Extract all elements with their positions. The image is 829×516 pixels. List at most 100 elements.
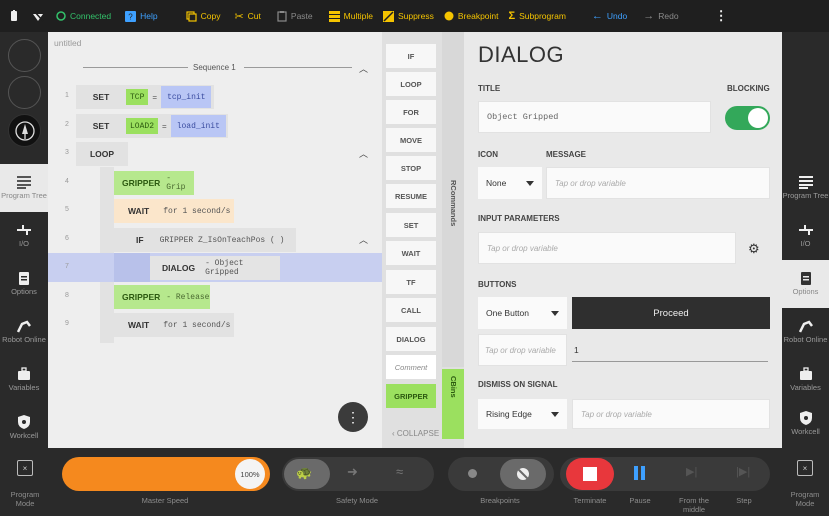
turtle-icon[interactable]: 🐢 [296,465,312,481]
gear-icon[interactable]: ⚙ [748,241,760,257]
nav-robot-online[interactable]: Robot Online [782,308,829,356]
button-variable-input[interactable]: Tap or drop variable [478,334,567,366]
proceed-button[interactable]: Proceed [572,297,770,329]
cheetah-icon[interactable]: ≈ [396,464,403,479]
command-block[interactable]: WAIT for 1 second/s [114,199,234,223]
command-dialog[interactable]: DIALOG [386,327,436,351]
collapse-button[interactable]: ‹ COLLAPSE [392,429,439,438]
scissors-icon: ✂ [234,10,244,23]
program-row-selected[interactable]: 7 DIALOG - Object Gripped [48,253,382,282]
nav-program-tree[interactable]: Program Tree [782,164,829,212]
step-icon[interactable]: |▶| [736,465,750,478]
copy-button[interactable]: Copy [186,10,220,22]
message-input[interactable]: Tap or drop variable [546,167,770,199]
help-button[interactable]: ? Help [125,10,158,22]
dismiss-variable-input[interactable]: Tap or drop variable [572,399,770,429]
program-row[interactable]: 1 SET TCP = tcp_init [48,82,382,110]
command-comment[interactable]: Comment [386,355,436,379]
cut-button[interactable]: ✂ Cut [234,10,260,23]
nav-io[interactable]: I/O [0,212,48,260]
line-number: 3 [65,149,69,156]
play-from-middle-icon[interactable]: ▶| [686,465,697,478]
nav-robot-online[interactable]: Robot Online [0,308,48,356]
nav-workcell[interactable]: Workcell [782,400,829,448]
program-row[interactable]: 8 GRIPPER - Release [48,282,382,310]
command-block[interactable]: IF GRIPPER Z_IsOnTeachPos ( ) [114,228,296,252]
command-move[interactable]: MOVE [386,128,436,152]
program-name[interactable]: untitled [54,38,81,48]
status-circle-1[interactable] [8,39,41,72]
input-parameters-field[interactable]: Tap or drop variable [478,232,736,264]
command-detail: for 1 second/s [163,206,231,216]
command-stop[interactable]: STOP [386,156,436,180]
status-circle-2[interactable] [8,76,41,109]
program-row[interactable]: 5 WAIT for 1 second/s [48,196,382,224]
command-for[interactable]: FOR [386,100,436,124]
command-call[interactable]: CALL [386,298,436,322]
command-gripper[interactable]: GRIPPER [386,384,436,408]
nav-workcell[interactable]: Workcell [0,404,48,452]
command-detail: - Release [166,292,210,302]
button-count-value[interactable]: 1 [574,345,579,355]
command-block[interactable]: WAIT for 1 second/s [114,313,234,337]
buttons-select[interactable]: One Button [478,297,567,329]
paste-button[interactable]: Paste [277,10,313,22]
nav-variables[interactable]: Variables [0,356,48,404]
nav-program-tree[interactable]: Program Tree [0,164,48,212]
terminate-button[interactable] [566,458,614,490]
command-block[interactable]: SET [76,85,126,109]
command-block[interactable]: SET [76,114,126,138]
breakpoint-button[interactable]: Breakpoint [444,11,499,21]
program-row[interactable]: 4 GRIPPER - Grip [48,168,382,196]
command-if[interactable]: IF [386,44,436,68]
program-row[interactable]: 6 IF GRIPPER Z_IsOnTeachPos ( ) ︿ [48,225,382,253]
breakpoint-dot-icon[interactable] [468,469,477,478]
sigma-icon: Σ [508,10,516,22]
command-block[interactable]: GRIPPER - Release [114,285,210,309]
icon-select[interactable]: None [478,167,542,199]
command-set[interactable]: SET [386,213,436,237]
multiple-button[interactable]: Multiple [328,10,373,22]
command-tf[interactable]: TF [386,270,436,294]
command-name: WAIT [128,206,150,216]
breakpoint-disable-button[interactable] [500,459,546,489]
wifi-off-icon[interactable] [32,10,44,22]
nav-options[interactable]: Options [0,260,48,308]
more-vertical-icon[interactable]: ⋮ [338,402,368,432]
nav-variables[interactable]: Variables [782,356,829,404]
command-resume[interactable]: RESUME [386,184,436,208]
program-row[interactable]: 2 SET LOAD2 = load_init [48,111,382,139]
master-speed-knob[interactable]: 100% [235,459,265,489]
suppress-button[interactable]: Suppress [382,10,434,22]
command-block[interactable]: DIALOG - Object Gripped [150,256,280,280]
redo-button[interactable]: → Redo [643,10,678,22]
safety-mode-label: Safety Mode [335,496,379,505]
dropdown-arrow-icon [551,412,559,417]
program-mode-icon[interactable]: × [17,460,33,476]
program-row[interactable]: 3 LOOP ︿ [48,139,382,167]
command-block[interactable]: LOOP [76,142,128,166]
command-detail: for 1 second/s [163,320,231,330]
nav-options[interactable]: Options [782,260,829,308]
subprogram-button[interactable]: Σ Subprogram [509,10,566,22]
command-loop[interactable]: LOOP [386,72,436,96]
title-input[interactable]: Object Gripped [478,101,711,133]
command-wait[interactable]: WAIT [386,241,436,265]
device-icon[interactable] [10,10,18,22]
pause-button[interactable] [634,466,645,480]
blocking-toggle[interactable] [725,106,770,130]
undo-button[interactable]: ← Undo [592,10,627,22]
command-block[interactable]: GRIPPER - Grip [114,171,194,195]
chevron-up-icon[interactable]: ︿ [359,233,368,246]
chevron-up-icon[interactable]: ︿ [359,62,368,75]
chevron-up-icon[interactable]: ︿ [359,147,368,160]
more-vertical-icon[interactable]: ⋮ [715,8,728,24]
program-mode-icon[interactable]: × [797,460,813,476]
connected-status[interactable]: Connected [56,11,111,21]
dismiss-signal-select[interactable]: Rising Edge [478,399,567,429]
nav-io[interactable]: I/O [782,212,829,260]
toggle-knob [748,108,768,128]
rabbit-icon[interactable]: ➜ [347,464,358,480]
program-row[interactable]: 9 WAIT for 1 second/s [48,310,382,338]
robot-logo-icon[interactable] [8,114,41,147]
